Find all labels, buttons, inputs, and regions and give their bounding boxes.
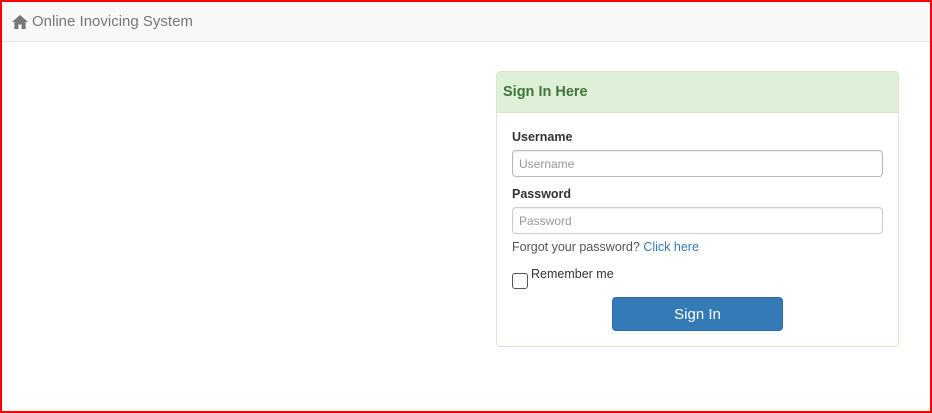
password-label: Password [512, 187, 572, 201]
forgot-password-row: Forgot your password? Click here [512, 240, 699, 254]
forgot-password-link[interactable]: Click here [643, 240, 699, 254]
username-label: Username [512, 130, 573, 144]
panel-heading: Sign In Here [497, 72, 898, 113]
brand-link[interactable]: Online Inovicing System [12, 13, 193, 30]
remember-me-checkbox[interactable] [512, 273, 528, 289]
top-navbar: Online Inovicing System [2, 2, 930, 42]
brand-text: Online Inovicing System [32, 13, 193, 30]
sign-in-button[interactable]: Sign In [612, 297, 783, 331]
home-icon [12, 14, 28, 29]
forgot-password-text: Forgot your password? [512, 240, 640, 254]
remember-me-label[interactable]: Remember me [531, 267, 614, 281]
sign-in-panel: Sign In Here Username Password Forgot yo… [496, 71, 899, 347]
panel-title: Sign In Here [503, 84, 588, 100]
username-input[interactable] [512, 150, 883, 177]
password-input[interactable] [512, 207, 883, 234]
remember-me-row: Remember me [512, 267, 614, 289]
